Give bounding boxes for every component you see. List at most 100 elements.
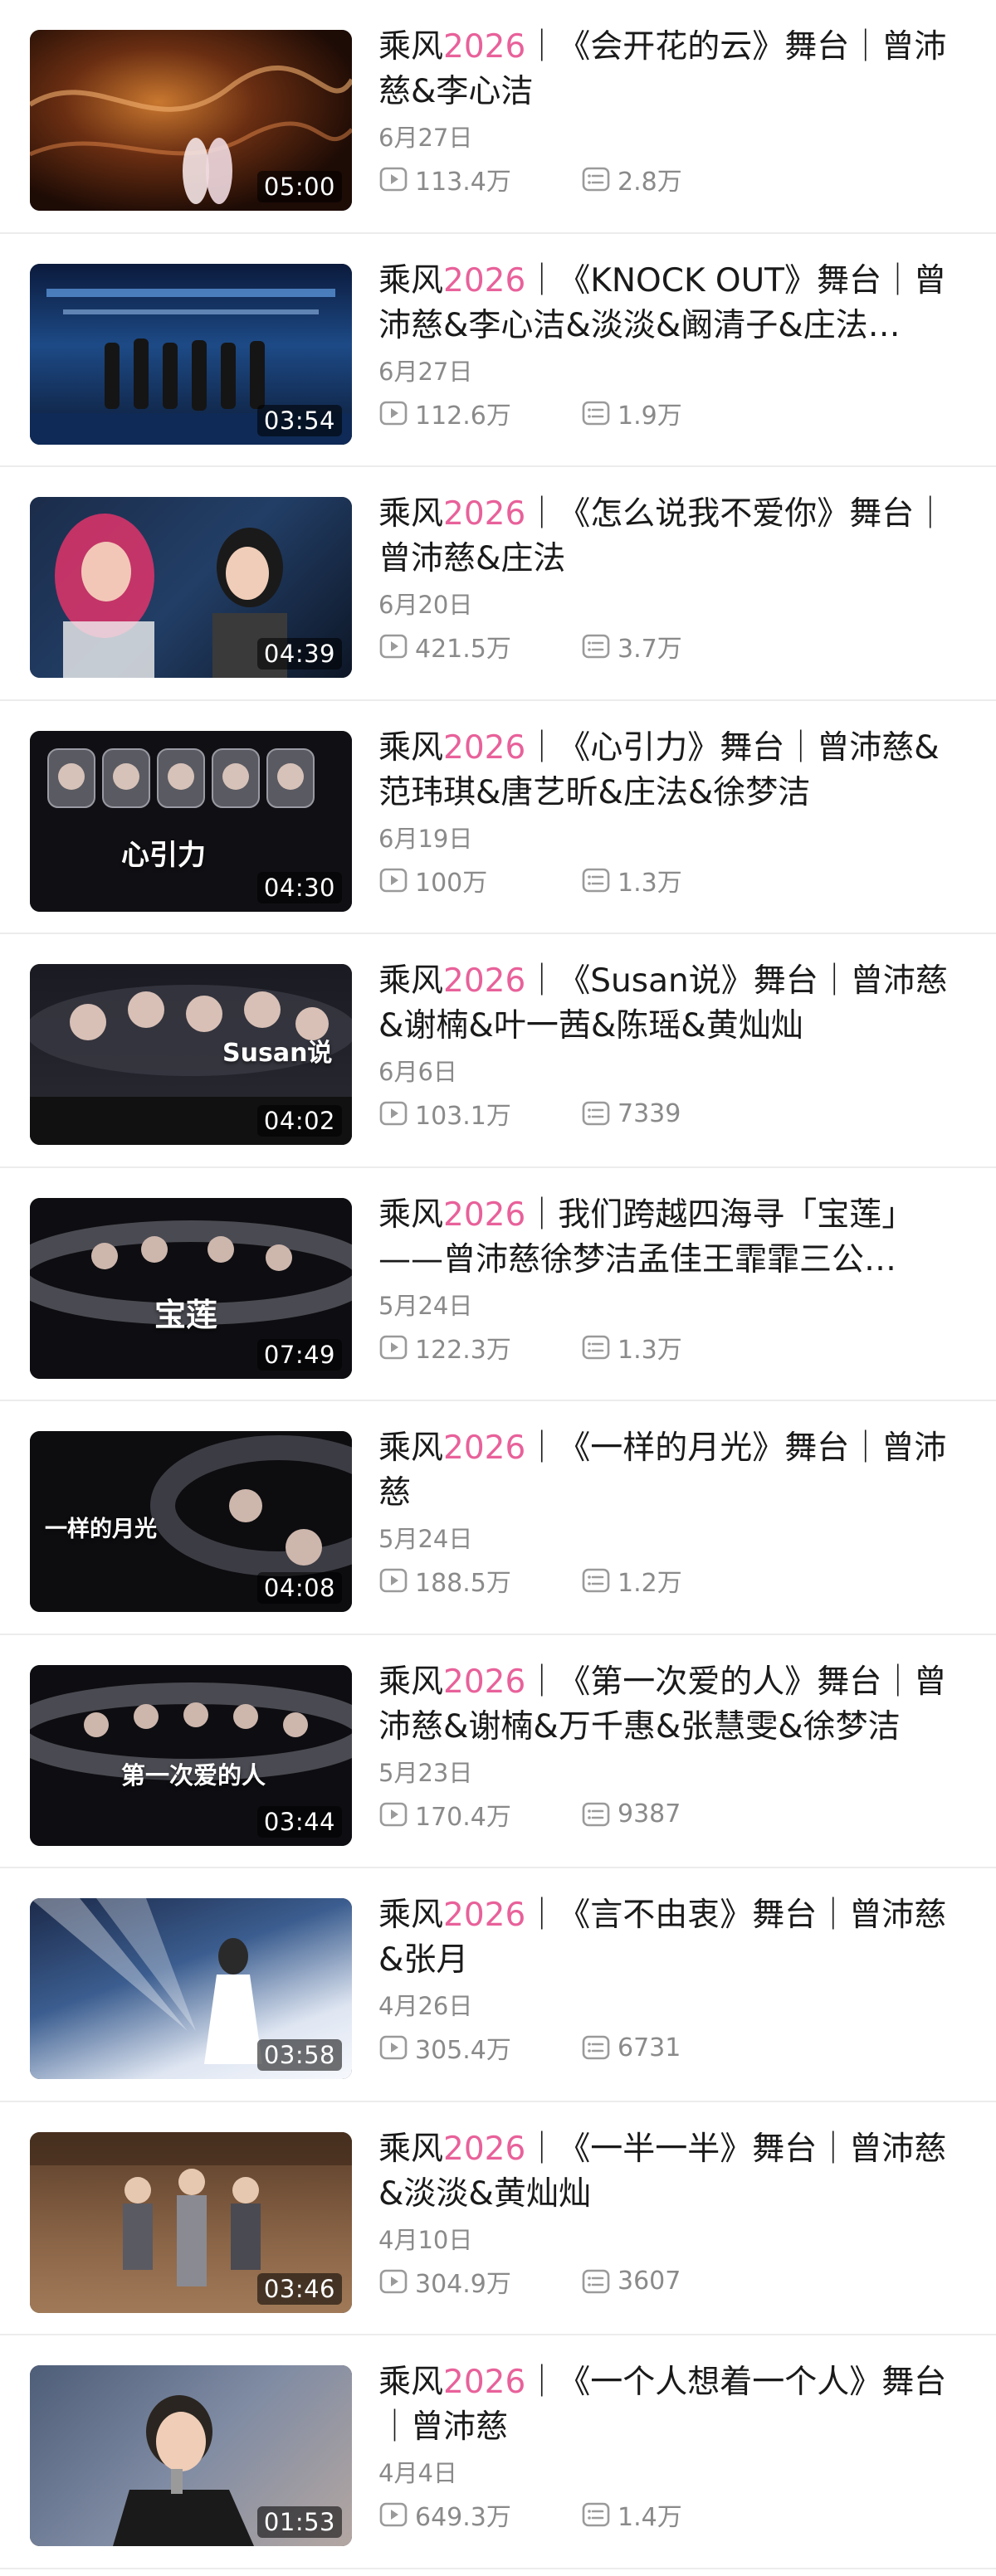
- video-duration: 05:00: [256, 171, 342, 202]
- video-thumbnail[interactable]: Susan说 04:02: [30, 964, 352, 1145]
- thumbnail-caption: 心引力: [121, 838, 206, 872]
- danmaku-list-icon: [582, 2502, 610, 2527]
- play-square-icon: [379, 634, 408, 659]
- video-date: 6月27日: [378, 124, 473, 152]
- play-square-icon: [379, 2035, 408, 2060]
- video-title[interactable]: 乘风2026｜《一样的月光》舞台｜曾沛慈: [378, 1426, 968, 1516]
- video-list-item[interactable]: 03:46 乘风2026｜《一半一半》舞台｜曾沛慈&淡淡&黄灿灿 4月10日 3…: [0, 2102, 996, 2335]
- danmaku-list-icon: [582, 634, 610, 659]
- video-thumbnail[interactable]: 04:39: [30, 497, 352, 678]
- video-thumbnail[interactable]: 心引力 04:30: [30, 730, 352, 912]
- view-count: 103.1万: [378, 1095, 581, 1132]
- video-duration: 03:46: [256, 2272, 342, 2305]
- view-count: 188.5万: [378, 1562, 581, 1599]
- video-date: 4月26日: [378, 1992, 473, 2020]
- danmaku-list-icon: [582, 167, 610, 192]
- play-square-icon: [379, 868, 408, 892]
- video-date: 4月4日: [378, 2459, 457, 2487]
- video-thumbnail[interactable]: 03:46: [30, 2131, 352, 2313]
- thumbnail-caption: 第一次爱的人: [121, 1760, 266, 1790]
- video-date: 6月27日: [378, 357, 473, 386]
- video-list-item[interactable]: 03:58 乘风2026｜《言不由衷》舞台｜曾沛慈&张月 4月26日 305.4…: [0, 1868, 996, 2102]
- video-list-item[interactable]: 第一次爱的人 03:44 乘风2026｜《第一次爱的人》舞台｜曾沛慈&谢楠&万千…: [0, 1635, 996, 1868]
- video-duration: 04:08: [256, 1572, 342, 1604]
- video-date: 4月10日: [378, 2225, 473, 2254]
- danmaku-list-icon: [582, 1335, 610, 1359]
- video-duration: 04:02: [256, 1105, 342, 1137]
- danmaku-count: 1.3万: [581, 862, 784, 898]
- danmaku-list-icon: [582, 1568, 610, 1593]
- view-count: 122.3万: [378, 1329, 581, 1366]
- video-date: 6月19日: [378, 824, 473, 853]
- danmaku-list-icon: [582, 1802, 610, 1826]
- danmaku-list-icon: [582, 401, 610, 425]
- play-square-icon: [379, 1568, 408, 1593]
- danmaku-count: 1.9万: [581, 395, 784, 431]
- play-square-icon: [379, 1335, 408, 1359]
- video-duration: 03:54: [256, 404, 342, 436]
- video-list-item[interactable]: 03:54 乘风2026｜《KNOCK OUT》舞台｜曾沛慈&李心洁&淡淡&阚清…: [0, 234, 996, 467]
- video-title[interactable]: 乘风2026｜《KNOCK OUT》舞台｜曾沛慈&李心洁&淡淡&阚清子&庄法…: [378, 259, 968, 348]
- video-title[interactable]: 乘风2026｜我们跨越四海寻「宝莲」——曾沛慈徐梦洁孟佳王霏霏三公…: [378, 1193, 968, 1283]
- video-list-item[interactable]: 05:00 乘风2026｜《会开花的云》舞台｜曾沛慈&李心洁 6月27日 113…: [0, 0, 996, 234]
- view-count: 649.3万: [378, 2496, 581, 2533]
- view-count: 304.9万: [378, 2263, 581, 2300]
- video-duration: 04:30: [256, 871, 342, 903]
- video-duration: 03:44: [256, 1805, 342, 1838]
- thumbnail-caption: 一样的月光: [45, 1517, 157, 1542]
- video-list-item[interactable]: 心引力 04:30 乘风2026｜《心引力》舞台｜曾沛慈&范玮琪&唐艺昕&庄法&…: [0, 701, 996, 934]
- danmaku-count: 1.4万: [581, 2496, 784, 2533]
- video-duration: 07:49: [256, 1338, 342, 1371]
- video-thumbnail[interactable]: 一样的月光 04:08: [30, 1431, 352, 1612]
- video-date: 6月20日: [378, 591, 473, 619]
- video-title[interactable]: 乘风2026｜《Susan说》舞台｜曾沛慈&谢楠&叶一茜&陈瑶&黄灿灿: [378, 959, 968, 1049]
- thumbnail-caption: Susan说: [222, 1039, 333, 1068]
- danmaku-list-icon: [582, 868, 610, 892]
- danmaku-list-icon: [582, 2269, 610, 2293]
- view-count: 305.4万: [378, 2029, 581, 2066]
- video-title[interactable]: 乘风2026｜《怎么说我不爱你》舞台｜曾沛慈&庄法: [378, 492, 968, 582]
- view-count: 421.5万: [378, 628, 581, 665]
- video-thumbnail[interactable]: 01:53: [30, 2365, 352, 2546]
- danmaku-count: 6731: [581, 2033, 784, 2062]
- video-list-item[interactable]: 04:39 乘风2026｜《怎么说我不爱你》舞台｜曾沛慈&庄法 6月20日 42…: [0, 467, 996, 701]
- video-title[interactable]: 乘风2026｜《会开花的云》舞台｜曾沛慈&李心洁: [378, 25, 968, 114]
- play-square-icon: [379, 2269, 408, 2293]
- play-square-icon: [379, 401, 408, 425]
- danmaku-list-icon: [582, 2035, 610, 2060]
- video-duration: 01:53: [256, 2506, 342, 2538]
- video-list-item[interactable]: Susan说 04:02 乘风2026｜《Susan说》舞台｜曾沛慈&谢楠&叶一…: [0, 934, 996, 1168]
- danmaku-count: 7339: [581, 1098, 784, 1128]
- video-duration: 04:39: [256, 638, 342, 670]
- video-list-item[interactable]: 01:53 乘风2026｜《一个人想着一个人》舞台｜曾沛慈 4月4日 649.3…: [0, 2335, 996, 2569]
- video-date: 5月23日: [378, 1758, 473, 1787]
- danmaku-list-icon: [582, 1101, 610, 1126]
- video-list-item[interactable]: 一样的月光 04:08 乘风2026｜《一样的月光》舞台｜曾沛慈 5月24日 1…: [0, 1401, 996, 1635]
- video-title[interactable]: 乘风2026｜《一半一半》舞台｜曾沛慈&淡淡&黄灿灿: [378, 2127, 968, 2217]
- danmaku-count: 1.3万: [581, 1329, 784, 1366]
- video-title[interactable]: 乘风2026｜《第一次爱的人》舞台｜曾沛慈&谢楠&万千惠&张慧雯&徐梦洁: [378, 1660, 968, 1750]
- danmaku-count: 1.2万: [581, 1562, 784, 1599]
- view-count: 170.4万: [378, 1796, 581, 1833]
- thumbnail-caption: 宝莲: [154, 1296, 218, 1333]
- danmaku-count: 3607: [581, 2267, 784, 2296]
- video-thumbnail[interactable]: 第一次爱的人 03:44: [30, 1664, 352, 1846]
- danmaku-count: 3.7万: [581, 628, 784, 665]
- video-date: 5月24日: [378, 1291, 473, 1320]
- view-count: 100万: [378, 862, 581, 898]
- video-date: 5月24日: [378, 1525, 473, 1553]
- video-title[interactable]: 乘风2026｜《言不由衷》舞台｜曾沛慈&张月: [378, 1893, 968, 1983]
- video-title[interactable]: 乘风2026｜《心引力》舞台｜曾沛慈&范玮琪&唐艺昕&庄法&徐梦洁: [378, 726, 968, 816]
- danmaku-count: 9387: [581, 1799, 784, 1829]
- video-thumbnail[interactable]: 宝莲 07:49: [30, 1197, 352, 1379]
- video-list: 05:00 乘风2026｜《会开花的云》舞台｜曾沛慈&李心洁 6月27日 113…: [0, 0, 996, 2569]
- danmaku-count: 2.8万: [581, 161, 784, 197]
- video-thumbnail[interactable]: 03:58: [30, 1898, 352, 2079]
- play-square-icon: [379, 167, 408, 192]
- video-date: 6月6日: [378, 1058, 457, 1086]
- video-thumbnail[interactable]: 05:00: [30, 30, 352, 211]
- video-thumbnail[interactable]: 03:54: [30, 263, 352, 445]
- video-list-item[interactable]: 宝莲 07:49 乘风2026｜我们跨越四海寻「宝莲」——曾沛慈徐梦洁孟佳王霏霏…: [0, 1168, 996, 1401]
- view-count: 113.4万: [378, 161, 581, 197]
- video-title[interactable]: 乘风2026｜《一个人想着一个人》舞台｜曾沛慈: [378, 2360, 968, 2450]
